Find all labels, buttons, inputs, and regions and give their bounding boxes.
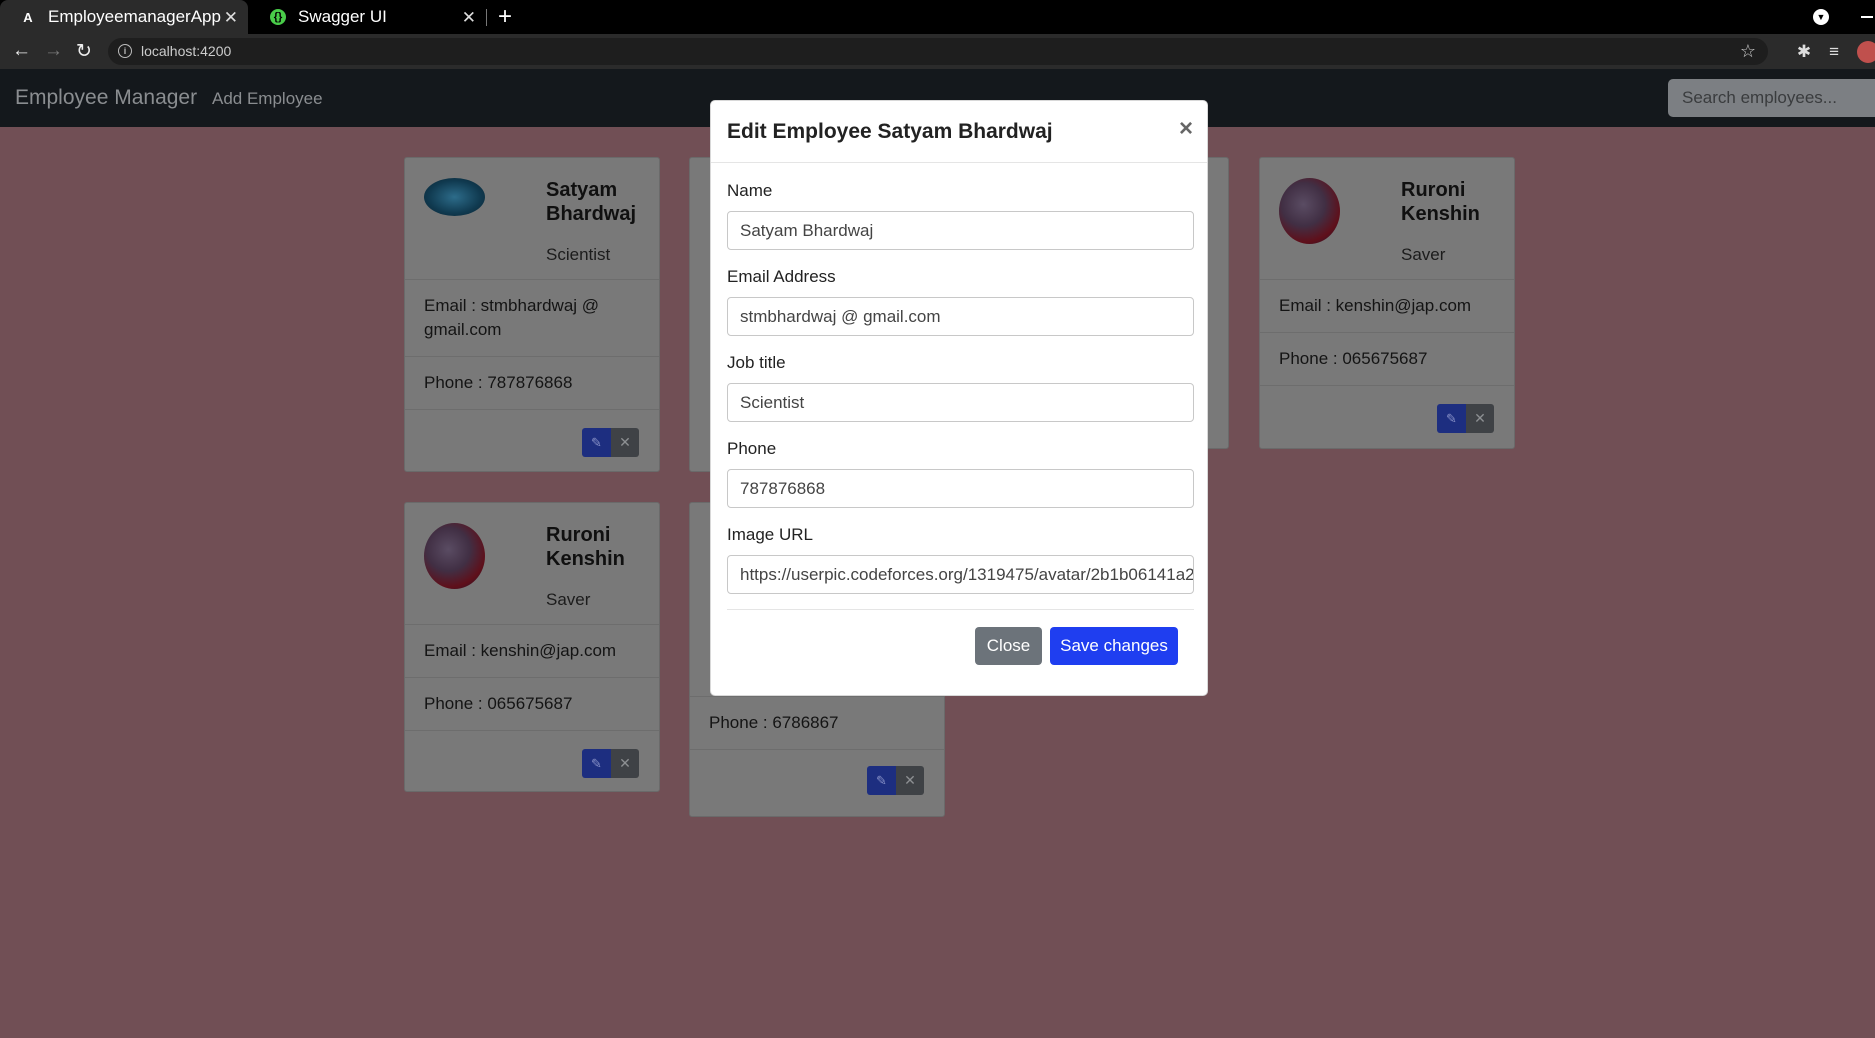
card-header: Ruroni Kenshin Saver bbox=[1260, 158, 1514, 280]
image-url-field[interactable]: https://userpic.codeforces.org/1319475/a… bbox=[727, 555, 1194, 594]
tab-swagger[interactable]: {} Swagger UI ✕ bbox=[250, 0, 486, 34]
new-tab-icon[interactable]: + bbox=[498, 3, 512, 31]
browser-tab-bar: A EmployeemanagerApp ✕ {} Swagger UI ✕ +… bbox=[0, 0, 1875, 34]
modal-close-icon[interactable]: × bbox=[1179, 115, 1193, 143]
pencil-icon: ✎ bbox=[591, 434, 602, 450]
extensions-icon[interactable]: ✱ bbox=[1797, 42, 1811, 62]
minimize-icon[interactable] bbox=[1861, 16, 1873, 18]
delete-employee-button[interactable]: ✕ bbox=[611, 428, 639, 457]
modal-title: Edit Employee Satyam Bhardwaj bbox=[727, 120, 1053, 143]
employee-phone: Phone : 6786867 bbox=[690, 697, 944, 750]
reload-icon[interactable]: ↻ bbox=[76, 40, 92, 63]
employee-avatar bbox=[424, 523, 485, 589]
pencil-icon: ✎ bbox=[876, 772, 887, 788]
window-controls: ▼ bbox=[1813, 0, 1875, 34]
close-icon: ✕ bbox=[619, 434, 631, 450]
pencil-icon: ✎ bbox=[1446, 410, 1457, 426]
close-icon: ✕ bbox=[1474, 410, 1486, 426]
employee-card: Ruroni Kenshin Saver Email : kenshin@jap… bbox=[404, 502, 660, 792]
email-label: Email Address bbox=[727, 267, 836, 286]
edit-employee-modal: Edit Employee Satyam Bhardwaj × Name Sat… bbox=[710, 100, 1208, 696]
employee-job: Saver bbox=[1401, 245, 1446, 264]
employee-avatar bbox=[1279, 178, 1340, 244]
pencil-icon: ✎ bbox=[591, 755, 602, 771]
card-header: Satyam Bhardwaj Scientist bbox=[405, 158, 659, 280]
employee-job: Saver bbox=[546, 590, 591, 609]
employee-name: Satyam Bhardwaj bbox=[546, 179, 637, 225]
name-field[interactable]: Satyam Bhardwaj bbox=[727, 211, 1194, 250]
media-icon[interactable]: ≡ bbox=[1829, 42, 1839, 62]
brand-link[interactable]: Employee Manager bbox=[15, 86, 197, 110]
employee-phone: Phone : 065675687 bbox=[1260, 333, 1514, 386]
add-employee-link[interactable]: Add Employee bbox=[212, 89, 323, 109]
employee-email: Email : stmbhardwaj @ gmail.com bbox=[405, 280, 659, 357]
delete-employee-button[interactable]: ✕ bbox=[611, 749, 639, 778]
tab-title: EmployeemanagerApp bbox=[48, 7, 221, 26]
url-text: localhost:4200 bbox=[141, 43, 232, 59]
modal-header: Edit Employee Satyam Bhardwaj × bbox=[711, 101, 1207, 163]
edit-employee-button[interactable]: ✎ bbox=[867, 766, 896, 795]
url-field[interactable]: i localhost:4200 ☆ bbox=[108, 38, 1768, 65]
close-tab-icon[interactable]: ✕ bbox=[224, 8, 238, 28]
edit-employee-button[interactable]: ✎ bbox=[1437, 404, 1466, 433]
employee-email: Email : kenshin@jap.com bbox=[405, 625, 659, 678]
employee-name: Ruroni Kenshin bbox=[546, 524, 625, 570]
tab-title: Swagger UI bbox=[298, 7, 387, 26]
employee-phone: Phone : 065675687 bbox=[405, 678, 659, 731]
card-footer: ✎ ✕ bbox=[405, 410, 659, 480]
employee-job: Scientist bbox=[546, 245, 611, 264]
toolbar-icons: ✱ ≡ bbox=[1797, 34, 1875, 69]
delete-employee-button[interactable]: ✕ bbox=[896, 766, 924, 795]
email-field[interactable]: stmbhardwaj @ gmail.com bbox=[727, 297, 1194, 336]
employee-card: Ruroni Kenshin Saver Email : kenshin@jap… bbox=[1259, 157, 1515, 449]
bookmark-star-icon[interactable]: ☆ bbox=[1740, 41, 1756, 62]
close-icon: ✕ bbox=[904, 772, 916, 788]
search-input[interactable]: Search employees... bbox=[1668, 79, 1875, 117]
edit-employee-button[interactable]: ✎ bbox=[582, 428, 611, 457]
employee-phone: Phone : 787876868 bbox=[405, 357, 659, 410]
employee-email: Email : kenshin@jap.com bbox=[1260, 280, 1514, 333]
employee-name: Ruroni Kenshin bbox=[1401, 179, 1480, 225]
modal-divider bbox=[727, 609, 1194, 610]
edit-employee-button[interactable]: ✎ bbox=[582, 749, 611, 778]
name-label: Name bbox=[727, 181, 773, 200]
card-footer: ✎ ✕ bbox=[405, 731, 659, 801]
card-footer: ✎ ✕ bbox=[1260, 386, 1514, 456]
phone-label: Phone bbox=[727, 439, 777, 458]
employee-avatar bbox=[424, 178, 485, 216]
save-changes-button[interactable]: Save changes bbox=[1050, 627, 1178, 665]
image-url-label: Image URL bbox=[727, 525, 813, 544]
tab-search-icon[interactable]: ▼ bbox=[1813, 9, 1829, 25]
profile-avatar[interactable] bbox=[1857, 40, 1875, 63]
swagger-icon: {} bbox=[270, 9, 286, 25]
tab-employeemanager[interactable]: A EmployeemanagerApp ✕ bbox=[0, 0, 248, 34]
phone-field[interactable]: 787876868 bbox=[727, 469, 1194, 508]
employee-card: Satyam Bhardwaj Scientist Email : stmbha… bbox=[404, 157, 660, 472]
address-bar: ← → ↻ i localhost:4200 ☆ ✱ ≡ bbox=[0, 34, 1875, 69]
angular-icon: A bbox=[23, 9, 33, 25]
close-tab-icon[interactable]: ✕ bbox=[462, 8, 476, 28]
delete-employee-button[interactable]: ✕ bbox=[1466, 404, 1494, 433]
close-icon: ✕ bbox=[619, 755, 631, 771]
tab-divider bbox=[486, 9, 487, 26]
close-button[interactable]: Close bbox=[975, 627, 1042, 665]
forward-icon[interactable]: → bbox=[44, 40, 63, 62]
info-icon[interactable]: i bbox=[118, 44, 132, 58]
back-icon[interactable]: ← bbox=[12, 40, 31, 62]
card-header: Ruroni Kenshin Saver bbox=[405, 503, 659, 625]
job-title-field[interactable]: Scientist bbox=[727, 383, 1194, 422]
job-title-label: Job title bbox=[727, 353, 786, 372]
